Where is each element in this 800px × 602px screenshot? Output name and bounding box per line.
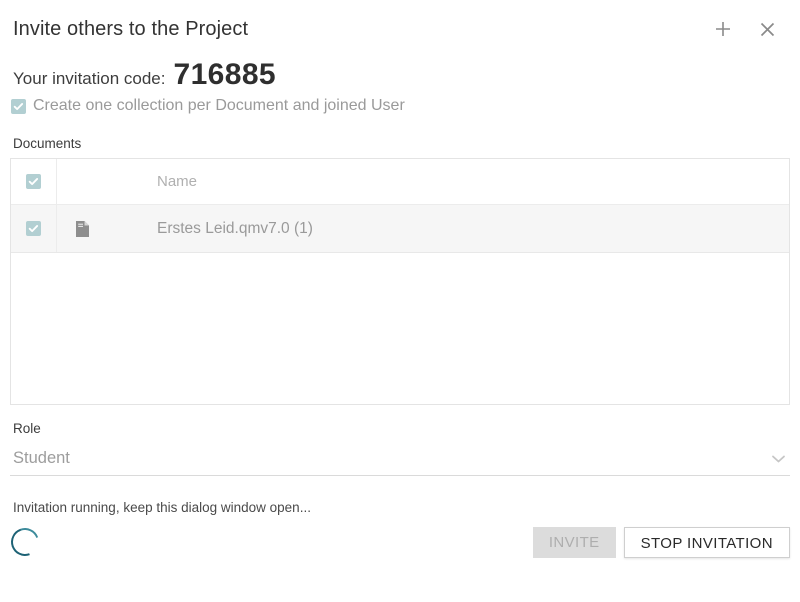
invitation-code-row: Your invitation code: 716885 <box>0 40 800 90</box>
create-collection-checkbox[interactable] <box>11 98 26 114</box>
role-select[interactable]: Student <box>10 442 790 476</box>
role-label: Role <box>13 421 41 436</box>
chevron-down-icon[interactable] <box>771 454 786 464</box>
stop-invitation-button[interactable]: STOP INVITATION <box>623 526 790 558</box>
select-all-cell[interactable] <box>11 159 57 204</box>
create-collection-option[interactable]: Create one collection per Document and j… <box>0 95 800 117</box>
dialog-footer: INVITE STOP INVITATION <box>0 523 800 561</box>
invitation-code-label: Your invitation code: <box>13 69 166 88</box>
column-header-name[interactable]: Name <box>107 173 789 190</box>
invite-button[interactable]: INVITE <box>532 526 616 558</box>
table-row[interactable]: Erstes Leid.qmv7.0 (1) <box>11 205 789 253</box>
page-title: Invite others to the Project <box>13 18 249 40</box>
document-icon <box>57 220 107 238</box>
role-selected-value: Student <box>13 449 70 467</box>
role-field: Role Student <box>0 421 800 476</box>
row-select-cell[interactable] <box>11 205 57 252</box>
status-text: Invitation running, keep this dialog win… <box>13 500 311 515</box>
select-all-checkbox[interactable] <box>26 174 41 189</box>
footer-buttons: INVITE STOP INVITATION <box>532 526 790 558</box>
invitation-code-value: 716885 <box>173 58 276 91</box>
bottom-strip <box>0 596 800 602</box>
dialog-header: Invite others to the Project <box>0 0 800 40</box>
close-icon[interactable] <box>756 18 778 40</box>
documents-empty-area[interactable] <box>10 253 790 405</box>
documents-table: Name Erstes Leid.qmv7.0 (1) <box>10 158 790 253</box>
loading-spinner-icon <box>6 523 44 561</box>
plus-icon[interactable] <box>712 18 734 40</box>
document-name[interactable]: Erstes Leid.qmv7.0 (1) <box>107 220 789 238</box>
documents-section-label: Documents <box>13 136 82 151</box>
create-collection-label: Create one collection per Document and j… <box>33 97 405 114</box>
row-checkbox[interactable] <box>26 221 41 236</box>
header-actions <box>712 18 784 40</box>
documents-table-header: Name <box>11 159 789 205</box>
